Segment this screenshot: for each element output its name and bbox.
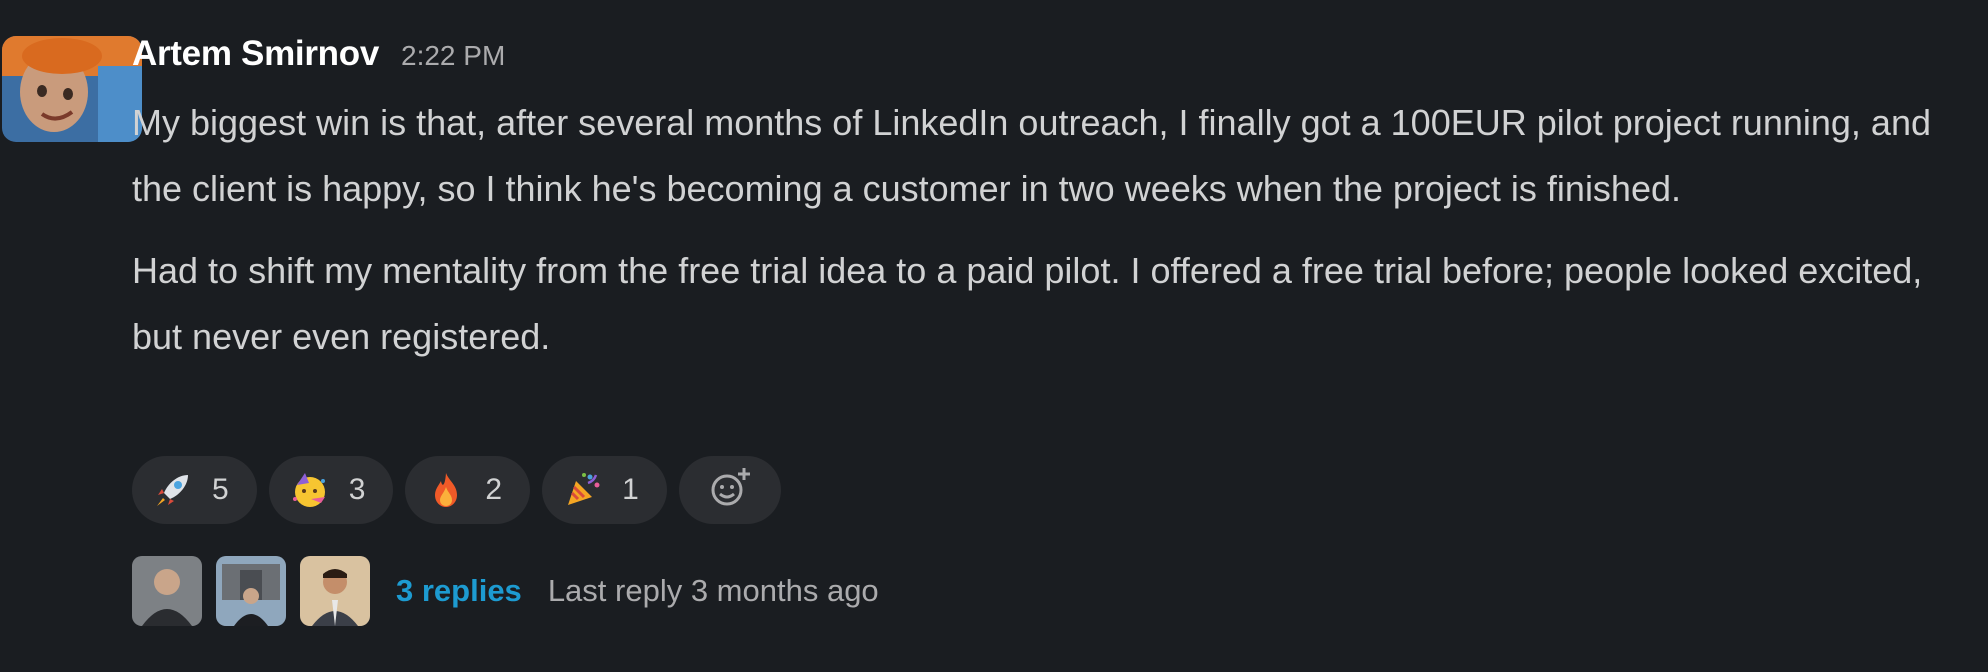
message-paragraph: Had to shift my mentality from the free … — [132, 250, 1923, 357]
reply-avatar — [216, 556, 286, 626]
message-paragraph: My biggest win is that, after several mo… — [132, 102, 1931, 209]
rocket-icon — [154, 471, 192, 509]
author-avatar[interactable] — [2, 36, 142, 142]
message-timestamp[interactable]: 2:22 PM — [401, 40, 505, 72]
reply-avatar — [300, 556, 370, 626]
reaction-rocket[interactable]: 5 — [132, 456, 257, 524]
reaction-count: 5 — [212, 473, 229, 506]
last-reply-text: Last reply 3 months ago — [547, 573, 879, 608]
add-reaction-icon — [708, 466, 752, 515]
add-reaction-button[interactable] — [678, 456, 781, 524]
reaction-count: 1 — [622, 473, 639, 506]
reply-avatar — [132, 556, 202, 626]
fire-icon — [427, 471, 465, 509]
message-header: Artem Smirnov 2:22 PM — [132, 34, 1962, 90]
reaction-fire[interactable]: 2 — [405, 456, 531, 524]
reaction-party-popper[interactable]: 1 — [542, 456, 667, 524]
replies-link[interactable]: 3 replies — [396, 573, 522, 609]
reaction-count: 3 — [348, 473, 366, 506]
reactions-bar: 5 3 2 1 — [132, 456, 781, 524]
author-name[interactable]: Artem Smirnov — [132, 34, 379, 74]
reaction-count: 2 — [485, 473, 503, 506]
partying-face-icon — [291, 471, 329, 509]
party-popper-icon — [564, 471, 602, 509]
reaction-partying-face[interactable]: 3 — [268, 456, 394, 524]
thread-summary[interactable]: 3 replies Last reply 3 months ago — [132, 554, 879, 628]
message-content: Artem Smirnov 2:22 PM My biggest win is … — [132, 34, 1962, 370]
message: Artem Smirnov 2:22 PM My biggest win is … — [0, 0, 1988, 672]
